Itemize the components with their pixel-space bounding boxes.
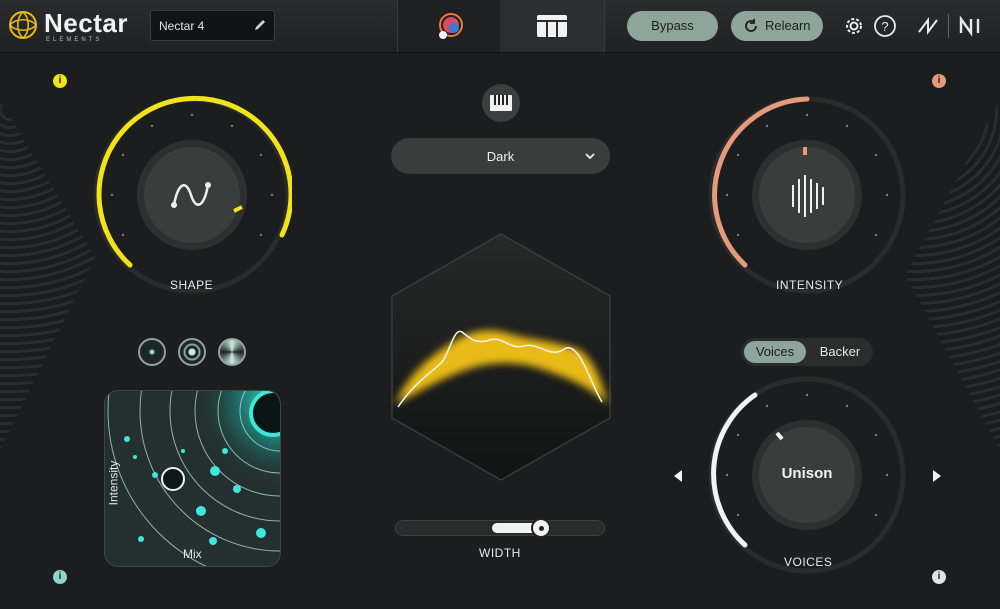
svg-text:?: ?: [881, 19, 888, 34]
tab-visual[interactable]: [397, 0, 502, 52]
chevron-down-icon: [585, 153, 595, 160]
ni-logo-icon[interactable]: [958, 14, 986, 38]
mix-intensity-pad[interactable]: Intensity Mix: [104, 390, 281, 567]
app-subname: ELEMENTS: [46, 37, 103, 43]
keys-button[interactable]: [482, 84, 520, 122]
tab-modules[interactable]: [500, 0, 605, 52]
width-slider-handle[interactable]: [531, 518, 551, 538]
mode-button-rings[interactable]: [178, 338, 206, 366]
modules-icon: [537, 15, 567, 37]
mode-button-sparkle[interactable]: [138, 338, 166, 366]
izotope-logo-icon[interactable]: [916, 14, 940, 38]
pad-y-label: Intensity: [106, 460, 121, 506]
intensity-knob[interactable]: [707, 95, 907, 295]
relearn-button[interactable]: Relearn: [731, 11, 823, 41]
info-icon[interactable]: i: [932, 570, 946, 584]
arrow-right-icon[interactable]: [931, 469, 943, 483]
info-icon[interactable]: i: [932, 74, 946, 88]
voices-backer-toggle: Voices Backer: [741, 338, 873, 366]
shape-knob[interactable]: [92, 95, 292, 295]
style-dropdown[interactable]: Dark: [391, 138, 610, 174]
pad-x-label: Mix: [183, 547, 202, 561]
mode-button-burst[interactable]: [218, 338, 246, 366]
bypass-button[interactable]: Bypass: [627, 11, 718, 41]
spectrum-visualizer: [391, 233, 611, 481]
divider: [948, 14, 949, 38]
voices-mode: Unison: [781, 465, 833, 482]
pad-visual: [105, 391, 280, 566]
arrow-left-icon[interactable]: [672, 469, 684, 483]
width-slider[interactable]: [395, 518, 605, 538]
preset-name: Nectar 4: [159, 19, 205, 33]
pencil-icon[interactable]: [252, 17, 268, 33]
app-logo: Nectar ELEMENTS: [8, 8, 138, 46]
piano-keys-icon: [490, 95, 512, 111]
app-name: Nectar: [44, 8, 128, 38]
nectar-logo-icon: [8, 10, 38, 40]
help-icon[interactable]: ?: [873, 14, 897, 38]
voices-label: VOICES: [784, 555, 833, 569]
intensity-label: INTENSITY: [776, 278, 844, 292]
refresh-icon: [745, 19, 757, 32]
info-icon[interactable]: i: [53, 570, 67, 584]
style-selected: Dark: [486, 149, 515, 164]
width-label: WIDTH: [479, 546, 521, 560]
top-bar: Nectar ELEMENTS Nectar 4 Bypass Relearn: [0, 0, 1000, 53]
relearn-label: Relearn: [765, 18, 811, 33]
segment-voices[interactable]: Voices: [744, 341, 806, 363]
nectar-orb-icon: [439, 13, 463, 39]
shape-label: SHAPE: [170, 278, 214, 292]
preset-name-field[interactable]: Nectar 4: [150, 10, 275, 41]
info-icon[interactable]: i: [53, 74, 67, 88]
gear-icon[interactable]: [842, 14, 866, 38]
segment-backer[interactable]: Backer: [809, 341, 871, 363]
